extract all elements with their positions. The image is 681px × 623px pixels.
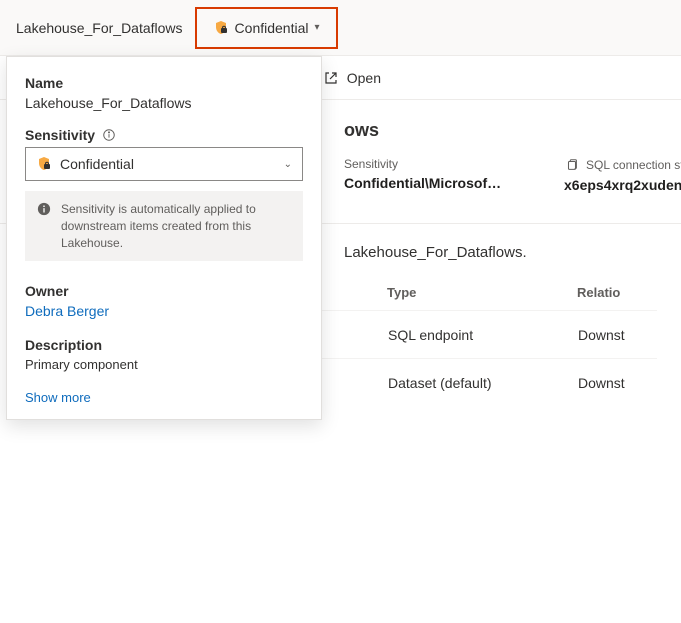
open-button-label: Open [347,70,381,86]
row-relation: Downst [578,327,658,343]
meta-sql-connection: SQL connection strin x6eps4xrq2xudenlfv [564,157,681,193]
owner-link[interactable]: Debra Berger [25,303,109,319]
row-relation: Downst [578,375,658,391]
copy-icon[interactable] [564,157,580,173]
chevron-down-icon: ▾ [314,22,319,33]
sensitivity-pill[interactable]: Confidential ▾ [203,16,330,40]
page-title: Lakehouse_For_Dataflows [10,16,189,40]
details-popover: Name Lakehouse_For_Dataflows Sensitivity… [6,56,322,420]
popover-description-label: Description [25,337,303,353]
meta-sensitivity-value: Confidential\Microsoft Ext… [344,175,504,191]
sensitivity-info-banner: Sensitivity is automatically applied to … [25,191,303,261]
sensitivity-pill-highlight: Confidential ▾ [195,7,338,49]
meta-row: Sensitivity Confidential\Microsoft Ext… … [344,157,657,193]
popover-name-value: Lakehouse_For_Dataflows [25,95,303,111]
sensitivity-select[interactable]: Confidential ⌄ [25,147,303,181]
column-header-type[interactable]: Type [387,285,577,300]
chevron-down-icon: ⌄ [284,159,292,170]
meta-sensitivity: Sensitivity Confidential\Microsoft Ext… [344,157,504,193]
info-icon [37,201,51,217]
top-bar: Lakehouse_For_Dataflows Confidential ▾ [0,0,681,56]
meta-sql-label: SQL connection strin [564,157,681,173]
popover-name-label: Name [25,75,303,91]
column-header-relation[interactable]: Relatio [577,285,657,300]
meta-sql-value: x6eps4xrq2xudenlfv [564,177,681,193]
meta-sensitivity-label: Sensitivity [344,157,504,171]
show-more-link[interactable]: Show more [25,390,91,405]
info-banner-text: Sensitivity is automatically applied to … [61,201,291,251]
open-external-icon [323,70,339,86]
open-button[interactable]: Open [323,70,381,86]
sensitivity-pill-label: Confidential [235,20,309,36]
row-type: SQL endpoint [388,327,578,343]
sensitivity-selected-value: Confidential [60,156,276,172]
popover-description-value: Primary component [25,357,303,372]
popover-owner-label: Owner [25,283,303,299]
row-type: Dataset (default) [388,375,578,391]
shield-lock-icon [213,20,229,36]
downstream-subheading: Lakehouse_For_Dataflows. [344,244,657,261]
popover-sensitivity-label: Sensitivity [25,127,303,143]
info-icon[interactable] [101,127,117,143]
shield-lock-icon [36,156,52,172]
section-title-fragment: ows [344,120,657,141]
